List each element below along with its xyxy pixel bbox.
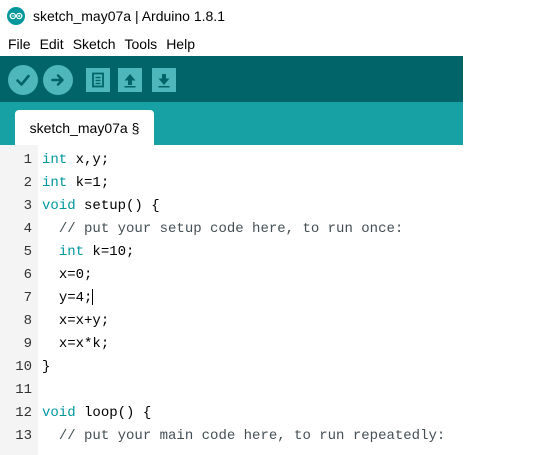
line-number: 3: [23, 198, 32, 214]
checkmark-icon: [16, 74, 30, 86]
code-text: x=0;: [42, 264, 93, 287]
code-text: int k=10;: [42, 241, 135, 264]
code-keyword: void: [42, 405, 76, 421]
tab-label: sketch_may07a §: [29, 119, 140, 136]
menu-file[interactable]: File: [0, 36, 35, 52]
line-number: 4: [23, 221, 32, 237]
line-number: 12: [15, 405, 32, 421]
code-line[interactable]: 12 void loop() {: [0, 402, 547, 425]
code-editor[interactable]: 1 int x,y; 2 int k=1; 3 void setup() {4 // pu…: [0, 145, 547, 455]
code-line[interactable]: 10}: [0, 356, 547, 379]
line-number: 9: [23, 336, 32, 352]
code-line[interactable]: 13 // put your main code here, to run re…: [0, 425, 547, 448]
code-text: x=x+y;: [42, 310, 109, 333]
menu-help[interactable]: Help: [161, 36, 199, 52]
arrow-right-icon: [51, 74, 64, 86]
arrow-up-icon: [124, 74, 136, 88]
code-text: void setup() {: [42, 195, 160, 218]
menu-bar: File Edit Sketch Tools Help: [0, 32, 547, 56]
upload-button[interactable]: [43, 65, 73, 95]
code-text: x=x*k;: [42, 333, 109, 356]
code-line[interactable]: 11: [0, 379, 547, 402]
code-text: int x,y;: [42, 149, 109, 172]
line-number: 7: [23, 290, 32, 306]
code-rest: y=4;: [58, 290, 93, 306]
line-number: 1: [23, 152, 32, 168]
toolbar: [0, 56, 463, 102]
verify-button[interactable]: [8, 65, 38, 95]
open-sketch-button[interactable]: [118, 68, 142, 92]
code-text: }: [42, 356, 50, 379]
code-rest: k=1;: [67, 175, 110, 191]
code-line[interactable]: 9 x=x*k;: [0, 333, 547, 356]
line-number: 8: [23, 313, 32, 329]
code-text: void loop() {: [42, 402, 151, 425]
code-line[interactable]: 8 x=x+y;: [0, 310, 547, 333]
line-number: 10: [15, 359, 32, 375]
menu-sketch[interactable]: Sketch: [68, 36, 120, 52]
code-line[interactable]: 1 int x,y;: [0, 149, 547, 172]
code-keyword: void: [42, 198, 76, 214]
line-number: 5: [23, 244, 32, 260]
code-keyword: int: [58, 244, 85, 260]
code-rest: loop() {: [75, 405, 152, 421]
code-comment: // put your setup code here, to run once…: [58, 221, 404, 237]
code-text: // put your main code here, to run repea…: [42, 425, 445, 448]
code-line[interactable]: 7 y=4;: [0, 287, 547, 310]
code-line[interactable]: 4 // put your setup code here, to run on…: [0, 218, 547, 241]
code-text: // put your setup code here, to run once…: [42, 218, 403, 241]
code-text: int k=1;: [42, 172, 109, 195]
code-comment: // put your main code here, to run repea…: [58, 428, 446, 444]
arduino-logo-icon: [7, 7, 25, 25]
code-line[interactable]: 3 void setup() {: [0, 195, 547, 218]
line-number: 2: [23, 175, 32, 191]
code-line[interactable]: 6 x=0;: [0, 264, 547, 287]
title-bar: sketch_may07a | Arduino 1.8.1: [0, 0, 547, 32]
code-keyword: int: [42, 152, 68, 168]
code-rest: }: [42, 359, 51, 375]
code-keyword: int: [42, 175, 68, 191]
text-cursor: [92, 289, 94, 306]
line-number: 13: [15, 428, 32, 444]
code-line[interactable]: 2 int k=1;: [0, 172, 547, 195]
tab-strip: sketch_may07a §: [0, 102, 463, 145]
window-title: sketch_may07a | Arduino 1.8.1: [33, 8, 225, 24]
save-sketch-button[interactable]: [152, 68, 176, 92]
line-number: 11: [15, 382, 32, 398]
code-rest: setup() {: [75, 198, 160, 214]
code-rest: k=10;: [84, 244, 135, 260]
new-sketch-button[interactable]: [86, 68, 110, 92]
tab-sketch-may07a[interactable]: sketch_may07a §: [15, 110, 154, 145]
code-rest: x=x+y;: [58, 313, 110, 329]
menu-tools[interactable]: Tools: [120, 36, 162, 52]
line-number: 6: [23, 267, 32, 283]
code-rest: x,y;: [67, 152, 110, 168]
code-line[interactable]: 5 int k=10;: [0, 241, 547, 264]
code-rest: x=x*k;: [58, 336, 110, 352]
new-file-icon: [92, 72, 104, 88]
code-rest: x=0;: [58, 267, 93, 283]
arrow-down-icon: [158, 74, 170, 88]
code-text: y=4;: [42, 287, 94, 310]
menu-edit[interactable]: Edit: [35, 36, 68, 52]
